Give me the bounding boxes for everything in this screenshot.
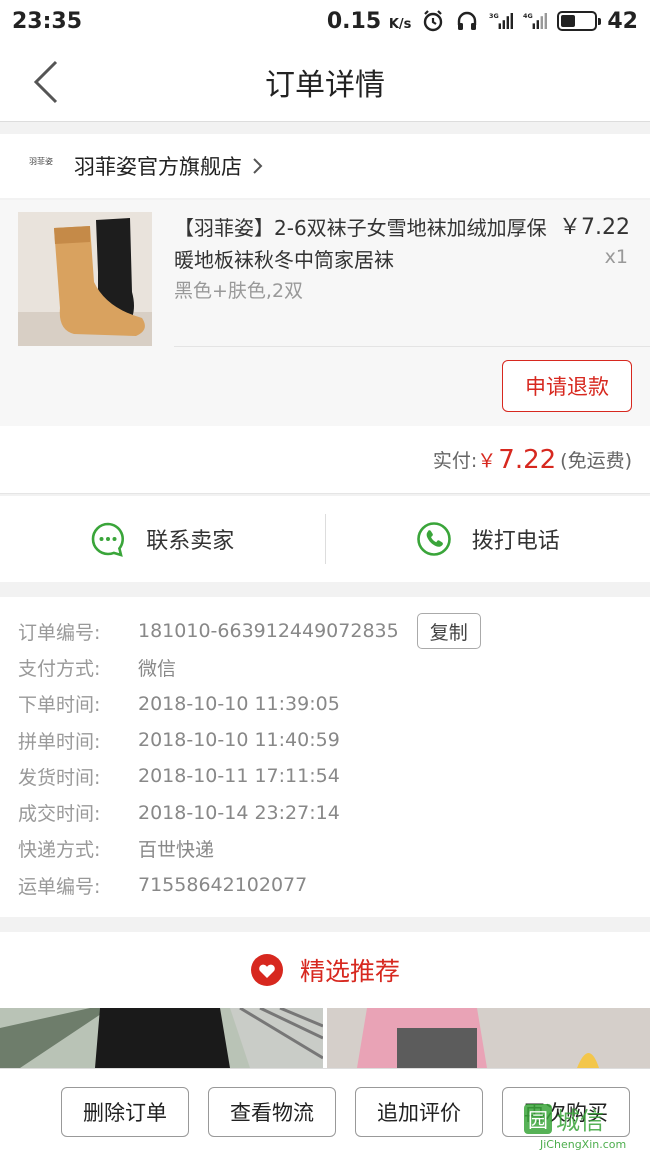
add-review-button[interactable]: 追加评价 <box>355 1087 483 1137</box>
product-title[interactable]: 【羽菲姿】2-6双袜子女雪地袜加绒加厚保暖地板袜秋冬中筒家居袜 <box>174 212 554 276</box>
recommend-product-image[interactable] <box>327 1008 650 1068</box>
info-key: 成交时间: <box>18 803 101 826</box>
contact-seller-button[interactable]: 联系卖家 <box>0 496 325 582</box>
call-phone-button[interactable]: 拨打电话 <box>326 496 650 582</box>
signal-3g-label: 3G <box>489 12 499 20</box>
info-key: 运单编号: <box>18 875 101 898</box>
info-row-courier: 快递方式: 百世快递 <box>0 831 650 867</box>
info-row-order-time: 下单时间: 2018-10-10 11:39:05 <box>0 686 650 722</box>
recommend-product-image[interactable] <box>0 1008 323 1068</box>
info-value: 微信 <box>138 657 177 680</box>
payment-summary: 实付: ￥ 7.22 (免运费) <box>0 426 650 494</box>
status-time: 23:35 <box>12 8 83 34</box>
pink-sweater-photo <box>327 1008 650 1068</box>
product-sku: 黑色+肤色,2双 <box>174 280 304 302</box>
status-icons: 0.15 K/s 3G 4G 42 <box>327 9 638 34</box>
network-speed-unit: K/s <box>388 16 412 32</box>
recommend-header: 精选推荐 <box>0 932 650 1008</box>
phone-icon <box>416 522 451 556</box>
recommend-product-grid <box>0 1008 650 1068</box>
signal-4g-icon: 4G <box>523 12 548 29</box>
signal-3g-icon: 3G <box>489 12 514 29</box>
order-info: 订单编号: 181010-663912449072835 复制 支付方式: 微信… <box>0 597 650 917</box>
info-value: 71558642102077 <box>138 874 308 897</box>
divider <box>174 346 650 347</box>
paid-label: 实付: <box>432 450 478 472</box>
info-key: 拼单时间: <box>18 730 101 753</box>
chat-bubble-icon <box>92 522 125 557</box>
network-speed: 0.15 K/s <box>327 9 412 34</box>
info-row-group-time: 拼单时间: 2018-10-10 11:40:59 <box>0 722 650 758</box>
order-product[interactable]: 【羽菲姿】2-6双袜子女雪地袜加绒加厚保暖地板袜秋冬中筒家居袜 ￥7.22 x1… <box>0 200 650 426</box>
back-arrow-icon[interactable] <box>28 58 68 106</box>
info-key: 发货时间: <box>18 766 101 789</box>
info-value: 百世快递 <box>138 839 215 862</box>
signal-4g-label: 4G <box>523 12 533 20</box>
shop-logo: 羽菲姿 <box>24 157 58 175</box>
paid-amount: 7.22 <box>498 444 557 475</box>
info-key: 快递方式: <box>18 839 101 862</box>
navigation-bar: 订单详情 <box>0 42 650 122</box>
info-value: 181010-663912449072835 <box>138 620 399 643</box>
shop-logo-text: 羽菲姿 <box>29 157 53 166</box>
delete-order-button[interactable]: 删除订单 <box>61 1087 189 1137</box>
watermark-url: JiChengXin.com <box>539 1138 626 1151</box>
socks-product-image <box>18 212 152 346</box>
info-row-tracking-number: 运单编号: 71558642102077 <box>0 867 650 903</box>
heart-badge-icon <box>250 954 283 986</box>
contact-bar: 联系卖家 拨打电话 <box>0 496 650 582</box>
info-key: 订单编号: <box>18 621 101 644</box>
battery-icon <box>557 11 602 31</box>
page-title: 订单详情 <box>265 67 385 103</box>
product-quantity: x1 <box>604 246 628 268</box>
shop-header[interactable]: 羽菲姿 羽菲姿官方旗舰店 <box>0 134 650 198</box>
alarm-icon <box>424 10 443 32</box>
stairs-photo <box>0 1008 323 1068</box>
site-watermark: 园 城信 JiChengXin.com <box>524 1104 626 1151</box>
info-row-complete-time: 成交时间: 2018-10-14 23:27:14 <box>0 794 650 830</box>
info-row-ship-time: 发货时间: 2018-10-11 17:11:54 <box>0 758 650 794</box>
status-bar: 23:35 0.15 K/s 3G 4G 42 <box>0 0 650 42</box>
info-key: 支付方式: <box>18 657 101 680</box>
shop-name[interactable]: 羽菲姿官方旗舰店 <box>74 151 242 181</box>
info-value: 2018-10-10 11:40:59 <box>138 729 340 752</box>
product-thumbnail[interactable] <box>18 212 152 346</box>
battery-percent: 42 <box>607 8 638 34</box>
info-value: 2018-10-14 23:27:14 <box>138 801 340 824</box>
shipping-note: (免运费) <box>560 450 632 472</box>
watermark-brand: 城信 <box>556 1107 604 1135</box>
chevron-right-icon <box>253 158 263 174</box>
info-value: 2018-10-11 17:11:54 <box>138 765 340 788</box>
refund-button[interactable]: 申请退款 <box>502 360 632 412</box>
headphones-icon <box>458 11 477 30</box>
info-key: 下单时间: <box>18 694 101 717</box>
watermark-mark: 园 <box>528 1108 548 1132</box>
paid-currency: ￥ <box>477 450 497 472</box>
contact-seller-label: 联系卖家 <box>146 529 235 554</box>
product-price: ￥7.22 <box>559 215 630 240</box>
recommend-title: 精选推荐 <box>299 957 400 986</box>
info-value: 2018-10-10 11:39:05 <box>138 692 340 715</box>
call-phone-label: 拨打电话 <box>471 529 560 554</box>
battery-fill <box>561 15 575 27</box>
copy-button[interactable]: 复制 <box>416 613 481 650</box>
view-logistics-button[interactable]: 查看物流 <box>208 1087 336 1137</box>
info-row-payment-method: 支付方式: 微信 <box>0 649 650 685</box>
network-speed-value: 0.15 <box>326 8 382 34</box>
info-row-order-number: 订单编号: 181010-663912449072835 复制 <box>0 613 650 650</box>
